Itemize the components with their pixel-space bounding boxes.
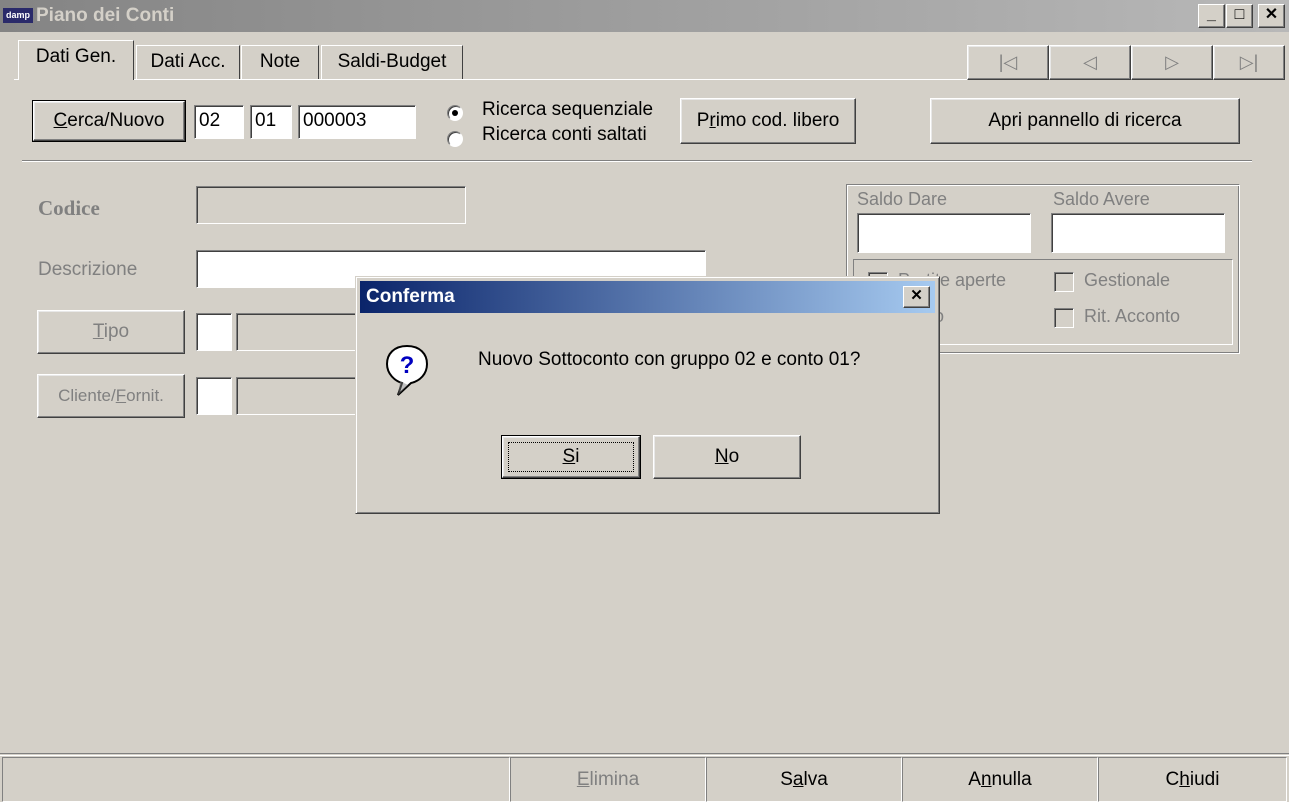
saldo-dare-field[interactable] [857, 213, 1031, 253]
minimize-button[interactable]: _ [1198, 4, 1225, 28]
no-button[interactable]: No [653, 435, 801, 479]
maximize-button[interactable]: □ [1226, 4, 1253, 28]
question-icon: ? [384, 343, 430, 403]
tab-dati-acc[interactable]: Dati Acc. [136, 45, 240, 79]
codice-field[interactable] [196, 186, 466, 224]
radio-ricerca-sequenziale-label: Ricerca sequenziale [482, 99, 654, 120]
si-button[interactable]: Si [501, 435, 641, 479]
main-window: damp Piano dei Conti _ □ ✕ Dati Gen. Dat… [0, 0, 1289, 802]
dialog-close-button[interactable]: ✕ [903, 286, 930, 308]
conto-field[interactable]: 01 [250, 105, 292, 139]
status-panel [2, 757, 510, 802]
radio-ricerca-conti-saltati-label: Ricerca conti saltati [482, 124, 647, 145]
separator [22, 160, 1252, 162]
rit-acconto-checkbox[interactable] [1054, 308, 1074, 328]
close-button[interactable]: ✕ [1258, 4, 1285, 28]
gestionale-checkbox[interactable] [1054, 272, 1074, 292]
radio-ricerca-conti-saltati[interactable] [447, 131, 463, 147]
saldo-dare-label: Saldo Dare [857, 189, 948, 209]
nav-first-button[interactable]: |◁ [967, 45, 1049, 80]
tipo-code-field[interactable] [196, 313, 232, 351]
tab-note[interactable]: Note [241, 45, 319, 79]
cerca-nuovo-button[interactable]: Cerca/Nuovo [32, 100, 186, 142]
codice-label: Codice [38, 196, 100, 220]
tipo-button[interactable]: Tipo [37, 310, 185, 354]
tipo-desc-field [236, 313, 356, 351]
radio-ricerca-sequenziale[interactable] [447, 105, 463, 121]
chiudi-button[interactable]: Chiudi [1098, 757, 1287, 802]
primo-cod-libero-button[interactable]: Primo cod. libero [680, 98, 856, 144]
nav-next-button[interactable]: ▷ [1131, 45, 1213, 80]
annulla-button[interactable]: Annulla [902, 757, 1098, 802]
apri-pannello-ricerca-button[interactable]: Apri pannello di ricerca [930, 98, 1240, 144]
svg-text:?: ? [400, 352, 415, 379]
bottom-divider [0, 753, 1289, 756]
rit-acconto-label: Rit. Acconto [1084, 306, 1181, 326]
saldo-avere-label: Saldo Avere [1053, 189, 1150, 209]
cliente-fornit-button[interactable]: Cliente/Fornit. [37, 374, 185, 418]
dialog-message: Nuovo Sottoconto con gruppo 02 e conto 0… [478, 349, 861, 370]
nav-last-button[interactable]: ▷| [1213, 45, 1285, 80]
window-title: Piano dei Conti [36, 5, 175, 26]
gruppo-field[interactable]: 02 [194, 105, 244, 139]
conferma-dialog: Conferma ✕ ? Nuovo Sottoconto con gruppo… [355, 276, 940, 514]
cliente-desc-field [236, 377, 356, 415]
nav-prev-button[interactable]: ◁ [1049, 45, 1131, 80]
tab-dati-gen[interactable]: Dati Gen. [18, 40, 134, 80]
title-bar[interactable]: damp Piano dei Conti _ □ ✕ [0, 0, 1289, 32]
salva-button[interactable]: Salva [706, 757, 902, 802]
saldo-avere-field[interactable] [1051, 213, 1225, 253]
dialog-title: Conferma [366, 286, 455, 307]
descrizione-label: Descrizione [38, 259, 138, 280]
gestionale-label: Gestionale [1084, 270, 1171, 290]
app-logo-icon: damp [3, 8, 33, 23]
sottoconto-field[interactable]: 000003 [298, 105, 416, 139]
cliente-code-field[interactable] [196, 377, 232, 415]
dialog-title-bar[interactable]: Conferma ✕ [360, 281, 935, 313]
tab-saldi-budget[interactable]: Saldi-Budget [321, 45, 463, 79]
elimina-button[interactable]: Elimina [510, 757, 706, 802]
